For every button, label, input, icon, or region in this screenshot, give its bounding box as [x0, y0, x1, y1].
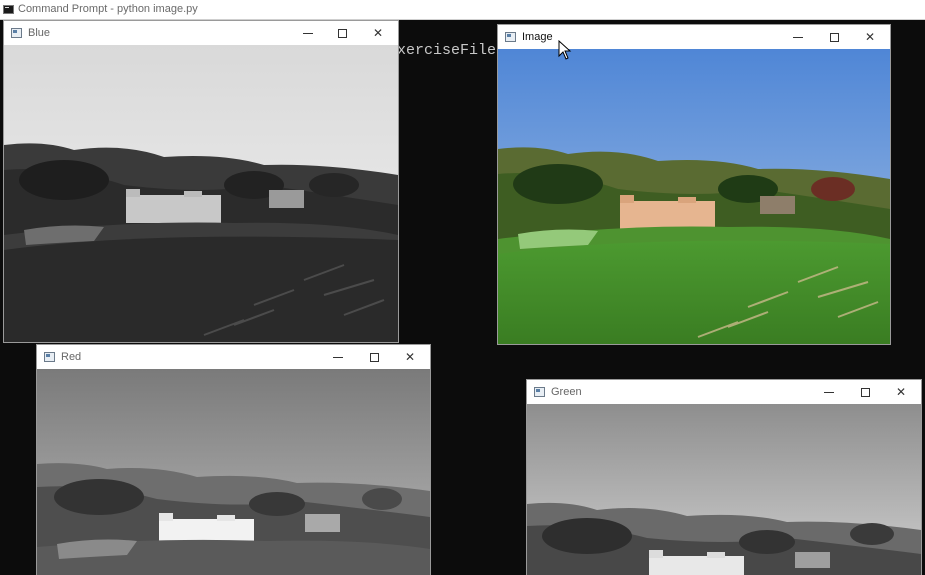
blue-window-titlebar[interactable]: Blue [4, 21, 398, 45]
red-channel-image [37, 369, 430, 575]
image-window-title: Image [522, 31, 553, 43]
minimize-icon[interactable] [292, 25, 324, 40]
blue-window[interactable]: Blue [4, 21, 398, 342]
maximize-icon[interactable] [818, 29, 850, 44]
image-window-titlebar[interactable]: Image [498, 25, 890, 49]
color-image [498, 49, 890, 344]
blue-window-title: Blue [28, 27, 51, 39]
green-window-title: Green [551, 386, 582, 398]
window-icon [534, 387, 545, 397]
close-icon[interactable] [362, 25, 394, 40]
maximize-icon[interactable] [849, 384, 881, 399]
red-window-title: Red [61, 351, 82, 363]
cmd-title: Command Prompt - python image.py [18, 3, 198, 15]
console-icon [3, 5, 14, 14]
red-window-titlebar[interactable]: Red [37, 345, 430, 369]
window-icon [11, 28, 22, 38]
green-channel-image [527, 404, 921, 575]
mouse-cursor-icon [558, 40, 572, 60]
window-icon [505, 32, 516, 42]
close-icon[interactable] [394, 349, 426, 364]
console-line-1-text: xerciseFiles [397, 42, 506, 59]
green-window-titlebar[interactable]: Green [527, 380, 921, 404]
minimize-icon[interactable] [813, 384, 845, 399]
close-icon[interactable] [854, 29, 886, 44]
blue-channel-image [4, 45, 398, 342]
green-window[interactable]: Green [527, 380, 921, 575]
maximize-icon[interactable] [358, 349, 390, 364]
red-window[interactable]: Red [37, 345, 430, 575]
minimize-icon[interactable] [782, 29, 814, 44]
image-window[interactable]: Image [498, 25, 890, 344]
cmd-titlebar[interactable]: Command Prompt - python image.py [0, 0, 925, 20]
minimize-icon[interactable] [322, 349, 354, 364]
close-icon[interactable] [885, 384, 917, 399]
window-icon [44, 352, 55, 362]
maximize-icon[interactable] [326, 25, 358, 40]
